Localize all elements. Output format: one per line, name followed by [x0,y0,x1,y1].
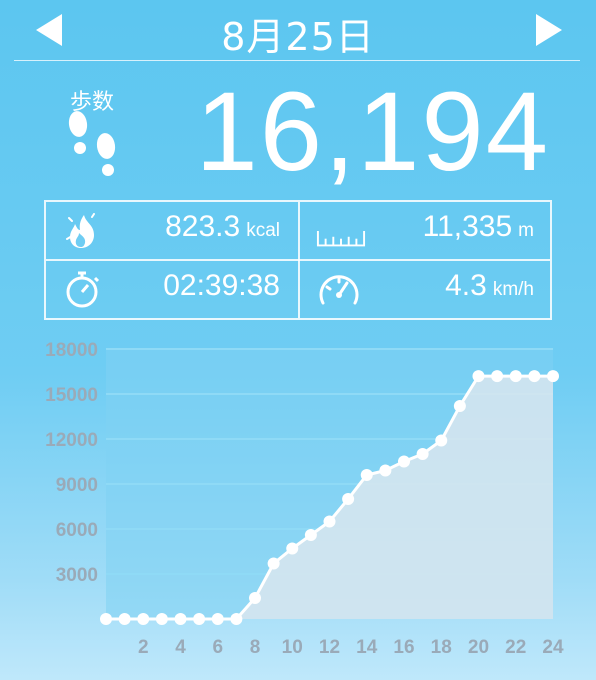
duration-value: 02:39:38 [163,269,280,302]
x-tick-label: 6 [212,637,223,658]
data-point [174,613,187,625]
y-tick-label: 9000 [56,475,98,496]
duration-value-group: 02:39:38 [163,269,280,303]
calories-value: 823.3 [165,210,241,243]
x-tick-label: 12 [319,637,340,658]
x-tick-label: 4 [175,637,186,658]
date-title: 8月25日 [221,15,375,59]
data-point [286,542,299,555]
distance-unit: m [518,220,534,241]
speed-stat: 4.3 km/h [300,261,552,318]
speedometer-icon [319,275,359,305]
y-tick-label: 18000 [45,340,98,361]
data-point [137,613,150,625]
data-point [267,557,280,570]
data-point [304,529,317,541]
duration-stat: 02:39:38 [46,261,298,318]
data-point [100,613,112,625]
data-point [509,370,522,383]
data-point [416,448,429,460]
x-tick-label: 8 [250,637,261,658]
header-divider [14,60,580,61]
y-tick-label: 6000 [56,520,98,541]
steps-count: 16,194 [195,69,550,194]
flame-icon [66,213,95,248]
speed-unit: km/h [492,279,534,300]
date-navigation-bar: 8月25日 [0,0,596,60]
data-point [472,370,485,383]
speed-value-group: 4.3 km/h [445,269,534,303]
distance-value: 11,335 [422,210,513,243]
x-tick-label: 22 [505,637,526,658]
ruler-icon [316,231,366,247]
data-point [435,434,448,447]
data-point [547,370,559,383]
distance-value-group: 11,335 m [423,210,534,244]
chevron-right-icon[interactable] [530,12,566,48]
hourly-steps-chart: 3000600090001200015000180002 4 6 8 10 12 14 16 1… [45,340,564,658]
y-tick-label: 15000 [45,385,98,406]
data-point [193,613,206,625]
data-point [453,400,466,412]
x-tick-label: 10 [282,637,303,658]
distance-stat: 11,335 m [300,202,552,259]
x-tick-label: 20 [468,637,489,658]
speed-value: 4.3 [445,269,487,302]
data-point [491,370,504,383]
y-tick-label: 12000 [45,430,98,451]
x-tick-label: 16 [393,637,414,658]
data-point [342,493,355,505]
data-point [155,613,168,625]
data-point [230,613,243,625]
footprints-icon [68,111,116,176]
data-point [118,613,131,625]
x-tick-label: 18 [431,637,452,658]
data-point [211,613,224,625]
data-point [398,455,410,468]
calories-unit: kcal [246,220,280,241]
x-tick-label: 24 [542,637,564,658]
stats-panel: 823.3 kcal 11,335 m 02:39:38 4.3 km/h [44,200,552,320]
data-point [249,592,261,604]
data-point [360,469,373,481]
stopwatch-icon [66,271,100,308]
data-point [323,515,336,528]
data-point [379,464,392,477]
calories-value-group: 823.3 kcal [165,210,280,244]
x-tick-label: 14 [356,637,378,658]
y-tick-label: 3000 [56,565,98,586]
data-point [528,370,541,383]
calories-stat: 823.3 kcal [46,202,298,259]
x-tick-label: 2 [138,637,149,658]
